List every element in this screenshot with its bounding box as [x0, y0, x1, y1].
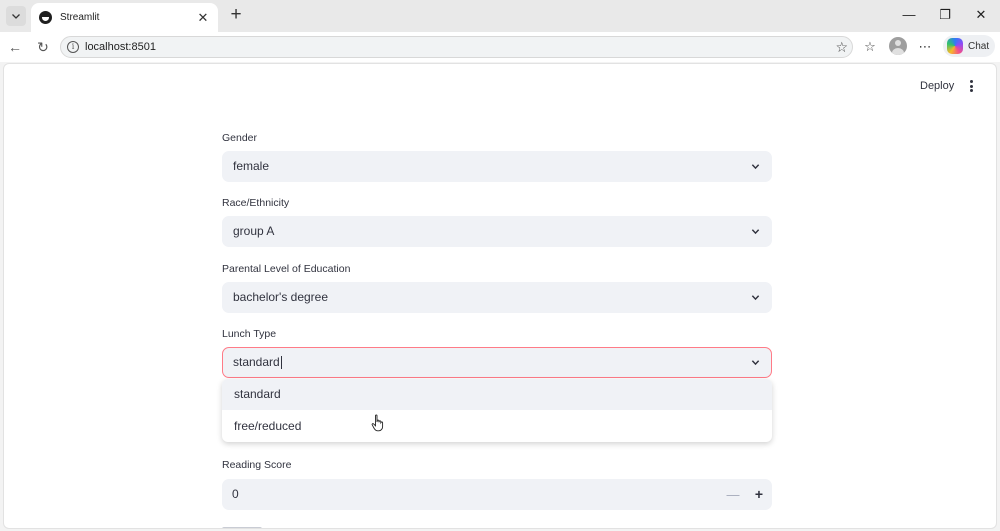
back-arrow-icon[interactable]: ← — [6, 38, 24, 56]
site-info-icon[interactable]: i — [67, 41, 79, 53]
race-ethnicity-select[interactable]: group A — [222, 216, 772, 247]
race-ethnicity-label: Race/Ethnicity — [222, 197, 290, 209]
browser-toolbar: ← ↻ i localhost:8501 ☆ ☆ ⋯ — [0, 32, 1000, 62]
next-field-label — [222, 524, 312, 528]
tab-title: Streamlit — [60, 12, 100, 23]
chevron-down-icon — [751, 164, 760, 170]
main-menu-icon[interactable] — [966, 78, 976, 94]
option-standard[interactable]: standard — [222, 379, 772, 410]
parental-education-label: Parental Level of Education — [222, 263, 351, 275]
copilot-logo-icon — [947, 38, 963, 54]
parental-education-value: bachelor's degree — [233, 290, 329, 304]
reload-icon[interactable]: ↻ — [34, 38, 52, 56]
chevron-down-icon — [751, 360, 760, 366]
gender-value: female — [233, 159, 270, 173]
increment-button[interactable]: + — [749, 485, 769, 504]
url-text: localhost:8501 — [85, 41, 156, 53]
lunch-type-dropdown: standard free/reduced — [222, 379, 772, 442]
decrement-button[interactable]: — — [723, 485, 743, 504]
reading-score-input[interactable]: 0 — + — [222, 479, 772, 510]
gender-select[interactable]: female — [222, 151, 772, 182]
close-tab-icon[interactable]: ✕ — [196, 10, 210, 26]
option-free-reduced[interactable]: free/reduced — [222, 411, 772, 442]
lunch-type-value[interactable]: standard — [233, 355, 282, 370]
lunch-type-label: Lunch Type — [222, 328, 277, 340]
gender-label: Gender — [222, 132, 258, 144]
favorites-icon[interactable]: ☆ — [861, 38, 879, 56]
deploy-button[interactable]: Deploy — [920, 80, 954, 92]
star-icon[interactable]: ☆ — [835, 39, 848, 56]
reading-score-label: Reading Score — [222, 459, 292, 471]
chevron-down-icon — [12, 14, 20, 19]
address-bar[interactable]: i localhost:8501 ☆ — [60, 36, 853, 58]
chat-label: Chat — [968, 40, 990, 52]
minimize-icon[interactable]: — — [898, 5, 920, 25]
restore-icon[interactable]: ❐ — [934, 5, 956, 25]
text-caret — [280, 356, 282, 370]
chevron-down-icon — [751, 229, 760, 235]
profile-avatar[interactable] — [889, 37, 907, 55]
new-tab-icon[interactable]: + — [226, 5, 246, 25]
more-menu-icon[interactable]: ⋯ — [916, 38, 934, 56]
copilot-chat-button[interactable]: Chat — [943, 35, 995, 57]
race-ethnicity-value: group A — [233, 224, 275, 238]
lunch-type-select[interactable]: standard — [222, 347, 772, 378]
streamlit-app: Deploy Gender female Race/Ethnicity grou… — [3, 63, 997, 529]
reading-score-value: 0 — [232, 487, 239, 501]
hand-cursor-icon — [371, 414, 384, 432]
tab-list-button[interactable] — [6, 6, 26, 26]
streamlit-favicon-icon — [39, 11, 52, 24]
chevron-down-icon — [751, 295, 760, 301]
close-window-icon[interactable]: ✕ — [970, 5, 992, 25]
browser-tab[interactable]: Streamlit ✕ — [31, 3, 218, 32]
browser-tab-bar: Streamlit ✕ + — ❐ ✕ — [0, 0, 1000, 32]
parental-education-select[interactable]: bachelor's degree — [222, 282, 772, 313]
